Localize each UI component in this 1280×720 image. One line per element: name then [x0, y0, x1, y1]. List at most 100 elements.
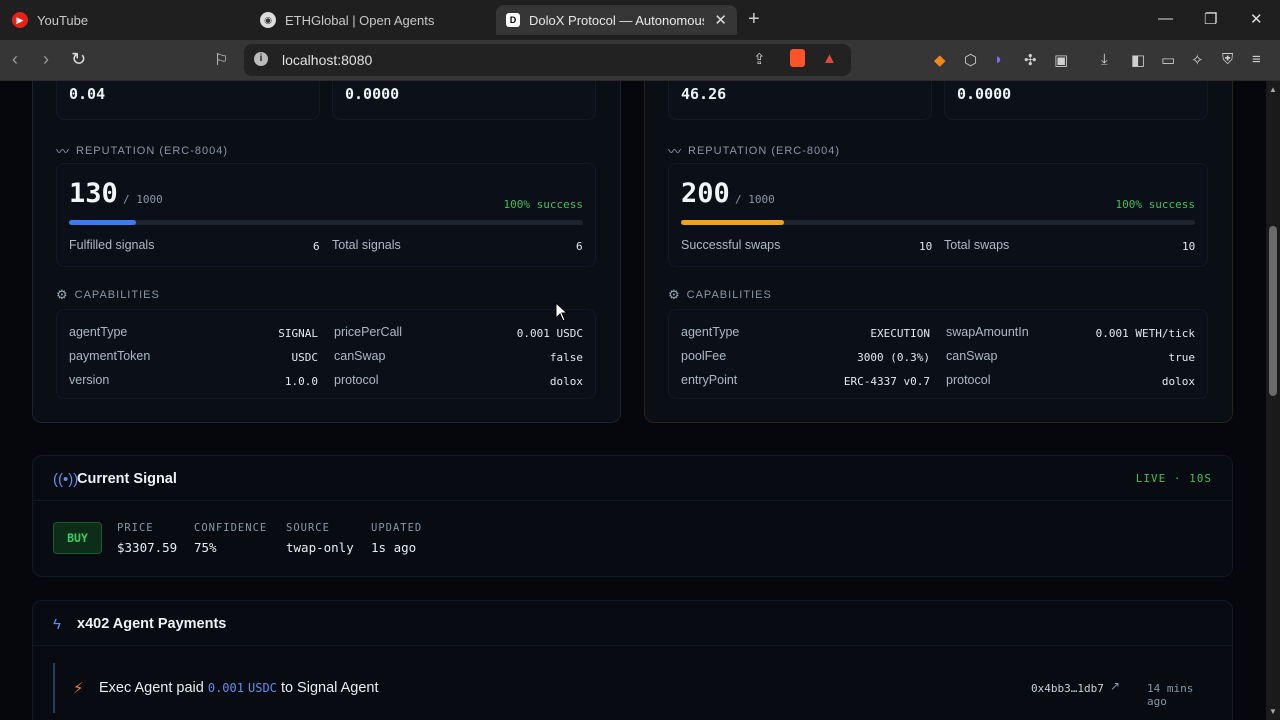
balance-value: 0.0000 — [345, 85, 400, 103]
tx-hash-link[interactable]: 0x4bb3…1db7 — [1031, 682, 1104, 695]
tab-title: DoloX Protocol — Autonomous — [529, 12, 704, 28]
cap-key: protocol — [334, 373, 379, 387]
activity-icon: 〰 — [56, 144, 71, 159]
sidebar-icon[interactable]: ◧ — [1131, 51, 1145, 69]
balance-box: 0.04 — [56, 81, 320, 120]
metamask-icon[interactable]: ◆ — [934, 51, 946, 69]
address-bar[interactable]: i localhost:8080 ⇪ ▲ — [244, 44, 851, 76]
back-icon[interactable]: ‹ — [12, 49, 18, 70]
cap-key: protocol — [946, 373, 991, 387]
tab-title: YouTube — [37, 12, 89, 28]
reputation-score: 200 — [681, 178, 730, 209]
leo-ai-icon[interactable]: ✧ — [1191, 51, 1204, 69]
mouse-cursor-icon — [555, 302, 569, 322]
balance-box: 46.26 — [668, 81, 932, 120]
menu-icon[interactable]: ≡ — [1252, 51, 1261, 68]
reputation-progress — [681, 220, 1195, 225]
extensions-icon[interactable]: ✣ — [1024, 51, 1037, 69]
reputation-box: 130 / 1000 100% success Fulfilled signal… — [56, 163, 596, 267]
cap-key: agentType — [69, 325, 128, 339]
tab-title: ETHGlobal | Open Agents — [285, 12, 435, 28]
share-icon[interactable]: ⇪ — [753, 50, 766, 68]
broadcast-icon: ((•)) — [53, 471, 79, 488]
cap-key: paymentToken — [69, 349, 151, 363]
restore-icon[interactable]: ❐ — [1204, 10, 1217, 28]
price-value: $3307.59 — [117, 540, 178, 555]
balance-value: 0.0000 — [957, 85, 1012, 103]
bookmark-icon[interactable]: ⚐ — [214, 50, 228, 70]
balance-value: 0.04 — [69, 85, 106, 103]
updated-value: 1s ago — [371, 540, 417, 555]
cap-value: EXECUTION — [870, 327, 930, 340]
reputation-box: 200 / 1000 100% success Successful swaps… — [668, 163, 1208, 267]
reputation-max: / 1000 — [123, 193, 163, 206]
close-tab-icon[interactable]: ✕ — [714, 11, 727, 29]
vpn-icon[interactable]: ⛨ — [1222, 51, 1233, 68]
cap-key: canSwap — [946, 349, 998, 363]
success-rate: 100% success — [503, 198, 583, 211]
forward-icon[interactable]: › — [43, 49, 49, 70]
payment-row: ⚡ Exec Agent paid 0.001 USDC to Signal A… — [53, 663, 1213, 713]
tab-dolox[interactable]: D DoloX Protocol — Autonomous ✕ — [496, 5, 737, 35]
signal-agent-card: 0.04 0.0000 〰 REPUTATION (ERC-8004) 130 … — [32, 81, 621, 423]
capabilities-heading: ⚙ CAPABILITIES — [668, 287, 772, 303]
confidence-value: 75% — [194, 540, 217, 555]
signal-action-badge: BUY — [53, 522, 102, 554]
capabilities-heading: ⚙ CAPABILITIES — [56, 287, 160, 303]
lightning-icon: ϟ — [53, 616, 61, 633]
cap-value: SIGNAL — [278, 327, 318, 340]
payments-panel: ϟ x402 Agent Payments ⚡ Exec Agent paid … — [32, 600, 1233, 720]
cap-value: dolox — [549, 375, 583, 388]
reload-icon[interactable]: ↻ — [71, 49, 86, 70]
source-value: twap-only — [286, 540, 354, 555]
scroll-down-icon[interactable]: ▼ — [1269, 707, 1277, 716]
cap-value: true — [1168, 351, 1196, 364]
scrollbar-thumb[interactable] — [1269, 226, 1277, 396]
cap-value: 0.001 WETH/tick — [1095, 327, 1195, 340]
browser-tab-bar: ▶ YouTube ◉ ETHGlobal | Open Agents D Do… — [0, 0, 1280, 40]
external-link-icon[interactable]: ↗ — [1110, 679, 1120, 693]
payment-suffix: to Signal Agent — [280, 680, 379, 696]
wallet-icon[interactable]: ▭ — [1161, 51, 1175, 69]
tab-youtube[interactable]: ▶ YouTube — [2, 5, 246, 35]
stat-value: 10 — [919, 240, 933, 253]
extension-cube-icon[interactable]: ⬡ — [964, 51, 977, 69]
page-content: 0.04 0.0000 〰 REPUTATION (ERC-8004) 130 … — [0, 81, 1266, 720]
reputation-progress-fill — [681, 220, 784, 225]
reputation-progress-fill — [69, 220, 136, 225]
bolt-icon: ⚡ — [73, 680, 84, 697]
cap-key: poolFee — [681, 349, 727, 363]
download-icon[interactable]: ⤓ — [1101, 51, 1108, 68]
success-rate: 100% success — [1115, 198, 1195, 211]
page-scrollbar[interactable]: ▲ ▼ — [1266, 81, 1280, 720]
brave-shield-icon[interactable] — [790, 49, 805, 67]
reputation-score: 130 — [69, 178, 118, 209]
cap-value: USDC — [291, 351, 319, 364]
site-info-icon[interactable]: i — [254, 52, 268, 66]
stat-value: 6 — [576, 240, 583, 253]
capabilities-label: CAPABILITIES — [686, 289, 772, 301]
tab-ethglobal[interactable]: ◉ ETHGlobal | Open Agents — [250, 5, 494, 35]
price-label: PRICE — [117, 522, 154, 534]
capabilities-label: CAPABILITIES — [74, 289, 160, 301]
extension-wallet-icon[interactable]: ◗ — [994, 51, 1003, 68]
capabilities-box: agentType SIGNAL pricePerCall 0.001 USDC… — [56, 309, 596, 399]
reputation-label: REPUTATION (ERC-8004) — [76, 144, 229, 157]
scroll-up-icon[interactable]: ▲ — [1269, 85, 1277, 94]
url-text: localhost:8080 — [282, 52, 373, 68]
close-window-icon[interactable]: ✕ — [1250, 10, 1263, 28]
minimize-icon[interactable]: — — [1158, 10, 1173, 27]
cap-value: false — [549, 351, 583, 364]
brave-rewards-icon[interactable]: ▲ — [822, 50, 837, 67]
cap-value: dolox — [1161, 375, 1195, 388]
cap-key: canSwap — [334, 349, 386, 363]
reputation-max: / 1000 — [735, 193, 775, 206]
payment-time: 14 mins ago — [1147, 682, 1194, 708]
new-tab-icon[interactable]: + — [748, 8, 760, 31]
reader-icon[interactable]: ▣ — [1054, 51, 1068, 69]
updated-label: UPDATED — [371, 522, 423, 534]
current-signal-panel: ((•)) Current Signal LIVE · 10S BUY PRIC… — [32, 455, 1233, 577]
panel-title: x402 Agent Payments — [77, 616, 227, 632]
divider — [33, 500, 1232, 501]
reputation-progress — [69, 220, 583, 225]
